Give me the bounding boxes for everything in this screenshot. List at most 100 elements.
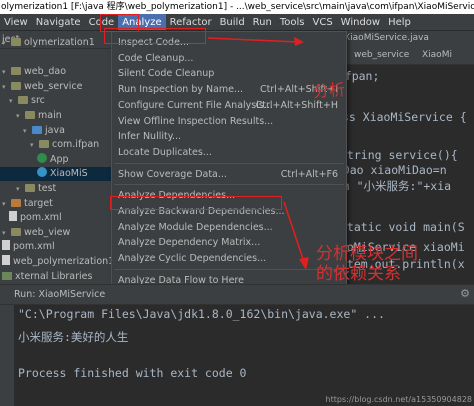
- folder-icon: [39, 140, 49, 149]
- editor-tab[interactable]: web_service: [350, 48, 413, 63]
- tree-item[interactable]: ▾ com.ifpan: [0, 138, 112, 152]
- menu-item-view-offline-inspection-results[interactable]: View Offline Inspection Results...: [112, 113, 346, 130]
- menu-item-label: Locate Duplicates...: [118, 146, 212, 158]
- code-line: ss XiaoMiService {: [342, 110, 467, 124]
- annotation-module-deps: 分析模块之间 的依赖关系: [316, 244, 418, 284]
- folder-icon: [11, 81, 21, 90]
- tree-item-label: olymerization1: [24, 37, 95, 48]
- folder-icon: [11, 227, 21, 236]
- tree-item-label: com.ifpan: [52, 139, 100, 151]
- run-tab-label: XiaoMiService: [38, 289, 106, 300]
- menu-help[interactable]: Help: [384, 14, 415, 30]
- menu-item-show-coverage-data[interactable]: Show Coverage Data... Ctrl+Alt+F6: [112, 166, 346, 183]
- folder-icon: [11, 198, 21, 207]
- annotation-analyze: 分析: [312, 79, 346, 102]
- tree-item[interactable]: ▾ web_dao: [0, 65, 112, 79]
- code-line: String service(){: [340, 148, 458, 162]
- arrow-to-dependency-annotation: [283, 201, 309, 270]
- menu-item-silent-code-cleanup[interactable]: Silent Code Cleanup: [112, 65, 346, 82]
- tree-item[interactable]: ▾ olymerization1: [0, 36, 112, 50]
- tree-item-label: App: [50, 153, 69, 165]
- menu-item-label: Analyze Cyclic Dependencies...: [118, 253, 267, 265]
- menu-vcs[interactable]: VCS: [309, 14, 337, 30]
- expand-arrow-icon[interactable]: ▾: [9, 94, 18, 108]
- annotation-line: 的依赖关系: [316, 264, 401, 284]
- menu-item-run-inspection-by-name[interactable]: Run Inspection by Name... Ctrl+Alt+Shift+…: [112, 81, 346, 98]
- project-panel: ject ▾olymerization1▾web_dao▾web_service…: [0, 31, 112, 284]
- menu-separator: [114, 184, 344, 186]
- menu-item-infer-nullity[interactable]: Infer Nullity...: [112, 128, 346, 145]
- tree-item[interactable]: ▾ web_service: [0, 80, 112, 94]
- menu-item-configure-current-file-analysis[interactable]: Configure Current File Analysis... Ctrl+A…: [112, 97, 346, 114]
- run-toolbar: [0, 305, 14, 406]
- expand-arrow-icon[interactable]: ▾: [2, 36, 11, 50]
- settings-gear-icon[interactable]: ⚙: [460, 287, 470, 300]
- tree-item-label: web_service: [24, 80, 83, 92]
- editor-tab[interactable]: XiaoMi: [418, 48, 456, 63]
- tree-item[interactable]: ▾ main: [0, 109, 112, 123]
- menu-navigate[interactable]: Navigate: [32, 14, 85, 30]
- expand-arrow-icon[interactable]: ▾: [2, 226, 11, 240]
- menu-item-shortcut: Ctrl+Alt+F6: [280, 168, 338, 180]
- tree-item[interactable]: ▾ target: [0, 197, 112, 211]
- tree-item-label: xternal Libraries: [15, 270, 93, 282]
- menu-item-label: Code Cleanup...: [118, 52, 194, 64]
- tree-item[interactable]: pom.xml: [0, 211, 112, 225]
- expand-arrow-icon[interactable]: ▾: [30, 138, 39, 152]
- tree-item[interactable]: pom.xml: [0, 240, 112, 254]
- menu-item-label: Analyze Module Dependencies...: [118, 221, 273, 233]
- menu-item-code-cleanup[interactable]: Code Cleanup...: [112, 50, 346, 67]
- tree-item-label: web_polymerization1.in: [13, 256, 112, 267]
- menu-item-label: Configure Current File Analysis...: [118, 99, 273, 111]
- expand-arrow-icon[interactable]: ▾: [2, 65, 11, 79]
- file-icon: [9, 211, 17, 222]
- annotation-line: 分析模块之间: [316, 244, 418, 264]
- tree-item[interactable]: ▾ src: [0, 94, 112, 108]
- run-tab[interactable]: Run: XiaoMiService: [0, 285, 474, 305]
- console-line: 小米服务:美好的人生: [18, 330, 129, 344]
- inspect-code-highlight: [104, 28, 206, 44]
- module-dependencies-highlight: [110, 196, 282, 210]
- expand-arrow-icon[interactable]: ▾: [16, 109, 25, 123]
- menu-window[interactable]: Window: [337, 14, 384, 30]
- menu-item-label: Run Inspection by Name...: [118, 84, 244, 96]
- class-icon: [37, 167, 47, 178]
- editor-tab[interactable]: XiaoMiService.java: [340, 31, 433, 46]
- folder-icon: [32, 125, 42, 134]
- menu-separator: [114, 162, 344, 164]
- menu-item-locate-duplicates[interactable]: Locate Duplicates...: [112, 144, 346, 161]
- tree-item[interactable]: ▾ web_view: [0, 226, 112, 240]
- menu-view[interactable]: View: [0, 14, 32, 30]
- menu-item-label: Analyze Dependency Matrix...: [118, 237, 261, 249]
- tree-item-label: src: [31, 95, 45, 107]
- expand-arrow-icon[interactable]: ▾: [23, 124, 32, 138]
- tree-item[interactable]: ▾ test: [0, 182, 112, 196]
- folder-icon: [18, 96, 28, 105]
- class-icon: [37, 152, 47, 163]
- run-panel: Run: XiaoMiService ⚙ "C:\Program Files\J…: [0, 284, 474, 406]
- arrow-to-analyze-annotation: [207, 37, 304, 46]
- tree-item-label: java: [45, 124, 65, 136]
- tree-item[interactable]: XiaoMiS: [0, 167, 112, 182]
- expand-arrow-icon[interactable]: ▾: [2, 80, 11, 94]
- menu-item-label: View Offline Inspection Results...: [118, 115, 274, 127]
- tree-item[interactable]: web_polymerization1.in: [0, 255, 112, 269]
- console-line: Process finished with exit code 0: [18, 366, 247, 380]
- library-icon: [2, 271, 12, 280]
- menu-item-label: Infer Nullity...: [118, 131, 182, 143]
- tree-item-label: pom.xml: [20, 212, 62, 224]
- file-icon: [2, 255, 10, 265]
- expand-arrow-icon[interactable]: ▾: [16, 182, 25, 196]
- folder-icon: [25, 184, 35, 192]
- console-line: "C:\Program Files\Java\jdk1.8.0_162\bin\…: [18, 307, 385, 321]
- expand-arrow-icon[interactable]: ▾: [2, 197, 11, 211]
- tree-item-label: target: [24, 197, 53, 209]
- code-line: static void main(S: [340, 220, 465, 234]
- tree-item[interactable]: ▾ java: [0, 124, 112, 138]
- folder-icon: [25, 111, 35, 119]
- menu-item-label: Silent Code Cleanup: [118, 68, 215, 80]
- watermark: https://blog.csdn.net/a15350904828: [325, 395, 472, 404]
- tree-item[interactable]: xternal Libraries: [0, 270, 112, 284]
- tree-item-label: web_dao: [24, 66, 67, 78]
- tree-item[interactable]: App: [0, 152, 112, 167]
